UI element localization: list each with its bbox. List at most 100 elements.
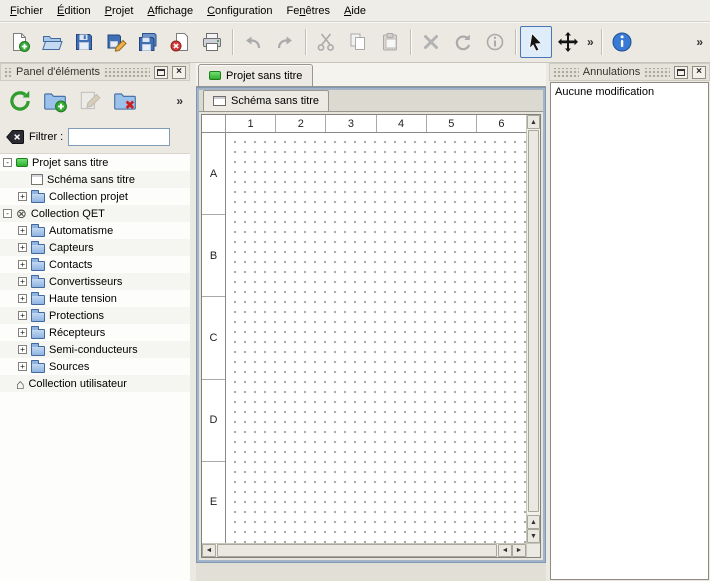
scroll-left-button[interactable]: ◄ <box>498 544 512 557</box>
row-label: A <box>202 133 225 215</box>
scroll-right-button[interactable]: ► <box>512 544 526 557</box>
menu-bar: FichierÉditionProjetAffichageConfigurati… <box>0 0 710 22</box>
clear-filter-button[interactable] <box>6 130 24 144</box>
move-arrows-icon <box>557 31 579 53</box>
column-label: 5 <box>427 115 477 132</box>
reload-collections-button[interactable] <box>4 85 36 117</box>
vertical-scrollbar[interactable]: ▲ ▲ ▼ <box>526 115 540 543</box>
menu-aide[interactable]: Aide <box>337 0 373 21</box>
menu-fichier[interactable]: Fichier <box>3 0 50 21</box>
tree-item-convertisseurs[interactable]: +Convertisseurs <box>0 273 190 290</box>
delete-element-button[interactable] <box>109 85 141 117</box>
save-all-button[interactable] <box>132 26 164 58</box>
tree-item-contacts[interactable]: +Contacts <box>0 256 190 273</box>
toolbar-separator <box>515 29 516 55</box>
redo-button <box>269 26 301 58</box>
menu-configuration[interactable]: Configuration <box>200 0 279 21</box>
home-icon: ⌂ <box>16 377 24 391</box>
expand-icon[interactable]: + <box>18 260 27 269</box>
float-panel-button[interactable] <box>154 66 168 79</box>
open-project-button[interactable] <box>36 26 68 58</box>
tree-item-recepteurs[interactable]: + Récepteurs <box>0 324 190 341</box>
save-button[interactable] <box>68 26 100 58</box>
toolbar-separator <box>410 29 411 55</box>
folder-icon <box>31 193 45 203</box>
toolbar-separator <box>601 29 602 55</box>
tree-item-capteurs[interactable]: +Capteurs <box>0 239 190 256</box>
delete-button <box>415 26 447 58</box>
float-panel-button[interactable] <box>674 66 688 79</box>
float-icon <box>677 69 685 76</box>
folder-icon <box>31 261 45 271</box>
tree-item-label: Automatisme <box>49 225 113 237</box>
undo-history-list[interactable]: Aucune modification <box>550 82 709 580</box>
tree-item-sources[interactable]: +Sources <box>0 358 190 375</box>
pan-mode-button[interactable] <box>552 26 584 58</box>
schema-icon <box>213 96 226 106</box>
new-project-button[interactable] <box>4 26 36 58</box>
toolbar-extension-chevron[interactable]: » <box>693 35 706 49</box>
tree-item-label: Semi-conducteurs <box>49 344 138 356</box>
horizontal-scrollbar[interactable]: ◄ ◄ ► <box>202 543 526 557</box>
tab-project[interactable]: Projet sans titre <box>198 64 313 86</box>
menu-fenetres[interactable]: Fenêtres <box>280 0 337 21</box>
tree-item-collection-utilisateur[interactable]: ⌂Collection utilisateur <box>0 375 190 392</box>
expand-icon[interactable]: + <box>18 362 27 371</box>
tree-item-schema-sans-titre[interactable]: Schéma sans titre <box>0 171 190 188</box>
scroll-up-button[interactable]: ▲ <box>527 515 540 529</box>
menu-affichage[interactable]: Affichage <box>140 0 200 21</box>
tree-item-label: Récepteurs <box>49 327 105 339</box>
printer-icon <box>201 31 223 53</box>
project-icon <box>209 71 221 80</box>
close-panel-button[interactable]: × <box>172 66 186 79</box>
tree-item-collection-projet[interactable]: +Collection projet <box>0 188 190 205</box>
collapse-icon[interactable]: - <box>3 158 12 167</box>
tree-item-semi-conducteurs[interactable]: + Semi-conducteurs <box>0 341 190 358</box>
schema-canvas[interactable] <box>226 133 526 543</box>
expand-icon[interactable]: + <box>18 294 27 303</box>
elements-panel-titlebar[interactable]: Panel d'éléments × <box>0 63 190 81</box>
tree-item-projet-sans-titre[interactable]: -Projet sans titre <box>0 154 190 171</box>
expand-icon[interactable]: + <box>18 226 27 235</box>
horizontal-scrollbar-thumb[interactable] <box>217 544 497 557</box>
collapse-icon[interactable]: - <box>3 209 12 218</box>
expand-icon[interactable]: + <box>18 243 27 252</box>
tree-item-protections[interactable]: +Protections <box>0 307 190 324</box>
qet-icon: ⊗ <box>16 207 27 220</box>
save-icon <box>73 31 95 53</box>
scroll-down-button[interactable]: ▼ <box>527 529 540 543</box>
row-label: C <box>202 297 225 379</box>
print-button[interactable] <box>196 26 228 58</box>
folder-icon <box>31 278 45 288</box>
close-file-button[interactable] <box>164 26 196 58</box>
tree-item-collection-qet[interactable]: -⊗Collection QET <box>0 205 190 222</box>
expand-icon[interactable]: + <box>18 311 27 320</box>
vertical-scrollbar-thumb[interactable] <box>528 130 539 512</box>
toolbar-extension-chevron[interactable]: » <box>584 35 597 49</box>
row-label: D <box>202 380 225 462</box>
tree-item-haute-tension[interactable]: +Haute tension <box>0 290 190 307</box>
rotate-icon <box>452 31 474 53</box>
toolbar-separator <box>305 29 306 55</box>
filter-row: Filtrer : <box>0 125 190 149</box>
close-panel-button[interactable]: × <box>692 66 706 79</box>
new-element-button[interactable] <box>39 85 71 117</box>
tab-schema[interactable]: Schéma sans titre <box>203 90 329 111</box>
expand-icon[interactable]: + <box>18 277 27 286</box>
tree-item-automatisme[interactable]: + Automatisme <box>0 222 190 239</box>
panel-toolbar-extension-chevron[interactable]: » <box>173 94 186 108</box>
scroll-up-button[interactable]: ▲ <box>527 115 540 129</box>
menu-projet[interactable]: Projet <box>98 0 141 21</box>
open-folder-icon <box>41 31 63 53</box>
save-as-button[interactable] <box>100 26 132 58</box>
column-ruler: 123456 <box>226 115 526 133</box>
menu-edition[interactable]: Édition <box>50 0 98 21</box>
expand-icon[interactable]: + <box>18 345 27 354</box>
undo-panel-titlebar[interactable]: Annulations × <box>549 63 710 81</box>
scroll-left-button[interactable]: ◄ <box>202 544 216 557</box>
expand-icon[interactable]: + <box>18 192 27 201</box>
about-button[interactable] <box>606 26 638 58</box>
expand-icon[interactable]: + <box>18 328 27 337</box>
filter-input[interactable] <box>68 128 170 146</box>
selection-mode-button[interactable] <box>520 26 552 58</box>
